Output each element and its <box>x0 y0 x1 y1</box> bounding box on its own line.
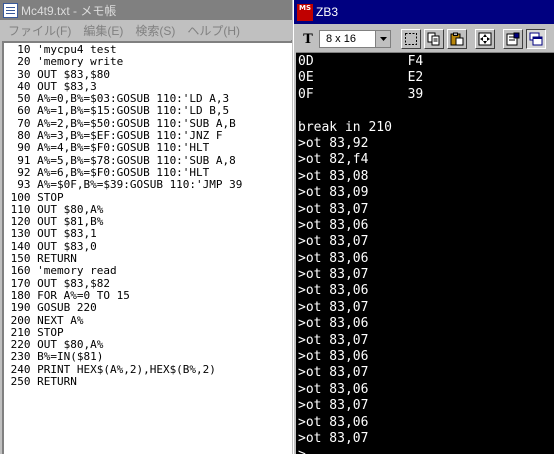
terminal-line: >ot 83,07 <box>298 365 369 381</box>
terminal-line: 0E E2 <box>298 70 424 86</box>
notepad-window[interactable]: Mc4t9.txt - メモ帳 ファイル(F) 編集(E) 検索(S) ヘルプ(… <box>0 0 292 454</box>
select-icon[interactable] <box>401 29 421 49</box>
terminal-line: >ot 83,09 <box>298 185 369 201</box>
notepad-title-bar[interactable]: Mc4t9.txt - メモ帳 <box>0 0 292 20</box>
notepad-app-icon[interactable] <box>3 2 18 18</box>
terminal-screen[interactable]: 0D F4 0E E2 0F 39 break in 210 >ot 83,92 >ot … <box>296 52 554 454</box>
notepad-line: 60 A%=1,B%=$15:GOSUB 110:'LD B,5 <box>4 104 230 118</box>
terminal-line: >ot 83,07 <box>298 267 369 283</box>
properties-icon[interactable] <box>503 29 523 49</box>
font-size-value: 8 x 16 <box>326 33 356 45</box>
notepad-text-area[interactable]: 10 'mycpu4 test 20 'memory write 30 OUT … <box>2 41 292 454</box>
notepad-line: 130 OUT $83,1 <box>4 227 97 241</box>
notepad-text-content: 10 'mycpu4 test 20 'memory write 30 OUT … <box>4 43 243 389</box>
terminal-line: >ot 83,06 <box>298 217 369 233</box>
chevron-down-icon[interactable] <box>375 31 390 47</box>
terminal-line: >ot 83,92 <box>298 135 369 151</box>
terminal-line: >ot 83,06 <box>298 283 369 299</box>
truetype-font-icon: T <box>303 31 313 47</box>
terminal-line: >ot 83,08 <box>298 168 369 184</box>
terminal-line: >ot 83,07 <box>298 430 369 446</box>
ms-dos-icon[interactable]: MS <box>297 3 313 21</box>
terminal-line: >ot 83,07 <box>298 332 369 348</box>
terminal-output: 0D F4 0E E2 0F 39 break in 210 >ot 83,92 >ot … <box>298 54 423 454</box>
terminal-title: ZB3 <box>316 5 339 19</box>
terminal-line: break in 210 <box>298 119 392 135</box>
menu-search[interactable]: 検索(S) <box>129 22 181 39</box>
terminal-line: >ot 83,07 <box>298 398 369 414</box>
notepad-line: 200 NEXT A% <box>4 313 84 327</box>
terminal-line: >ot 83,06 <box>298 250 369 266</box>
terminal-line: >ot 83,07 <box>298 299 369 315</box>
menu-file[interactable]: ファイル(F) <box>0 22 77 39</box>
menu-edit[interactable]: 編集(E) <box>77 22 129 39</box>
terminal-line: >ot 83,07 <box>298 234 369 250</box>
terminal-line: >ot 83,06 <box>298 414 369 430</box>
menu-help[interactable]: ヘルプ(H) <box>181 22 246 39</box>
terminal-title-bar[interactable]: MS ZB3 <box>294 0 554 24</box>
terminal-window[interactable]: MS ZB3 T 8 x 16 0D F4 0E E2 0F 39 break … <box>293 0 554 454</box>
paste-icon[interactable] <box>447 29 467 49</box>
copy-icon[interactable] <box>424 29 444 49</box>
terminal-line: >ot 83,07 <box>298 201 369 217</box>
terminal-line: 0D F4 <box>298 54 424 69</box>
background-icon[interactable] <box>526 29 546 49</box>
terminal-line: >ot 82,f4 <box>298 152 369 168</box>
notepad-line: 90 A%=4,B%=$F0:GOSUB 110:'HLT <box>4 141 210 155</box>
notepad-line: 93 A%=$0F,B%=$39:GOSUB 110:'JMP 39 <box>4 178 243 192</box>
notepad-line: 250 RETURN <box>4 375 77 389</box>
font-size-select[interactable]: 8 x 16 <box>319 30 391 48</box>
terminal-line: > <box>298 447 423 454</box>
notepad-title: Mc4t9.txt - メモ帳 <box>21 3 117 18</box>
fullscreen-icon[interactable] <box>475 29 495 49</box>
terminal-line: >ot 83,06 <box>298 316 369 332</box>
terminal-line: >ot 83,06 <box>298 349 369 365</box>
notepad-menubar: ファイル(F) 編集(E) 検索(S) ヘルプ(H) <box>0 20 292 40</box>
terminal-toolbar: T 8 x 16 <box>294 26 554 52</box>
terminal-line: >ot 83,06 <box>298 381 369 397</box>
notepad-line: 230 B%=IN($81) <box>4 350 104 364</box>
notepad-line: 190 GOSUB 220 <box>4 301 97 315</box>
notepad-line: 20 'memory write <box>4 55 124 69</box>
notepad-line: 100 STOP <box>4 190 64 204</box>
terminal-line: 0F 39 <box>298 86 424 102</box>
notepad-line: 160 'memory read <box>4 264 117 278</box>
